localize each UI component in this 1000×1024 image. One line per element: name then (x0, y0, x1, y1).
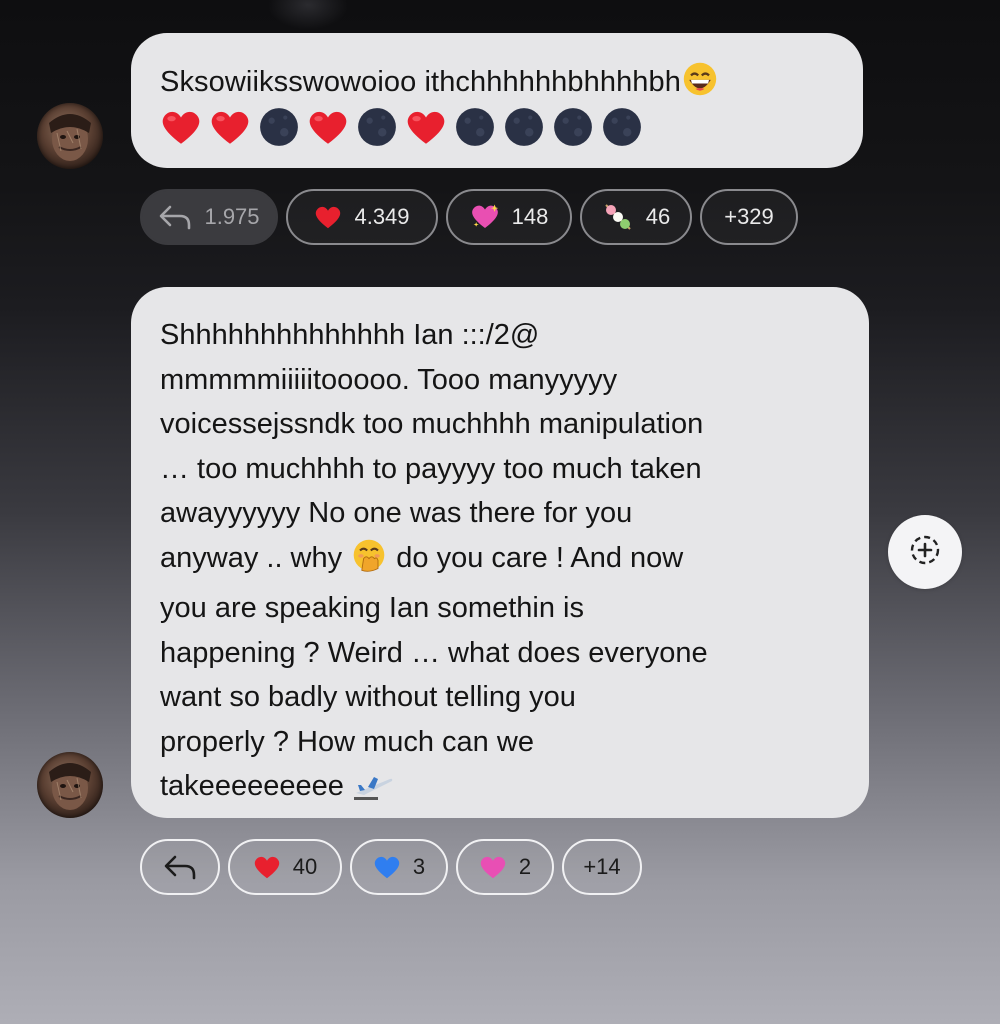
message-text-fragment: anyway .. why (160, 541, 343, 574)
reply-button[interactable] (140, 839, 220, 895)
reaction-chip-pink-heart[interactable]: 2 (456, 839, 554, 895)
message-text-line: takeeeeeeeee (160, 764, 849, 815)
reaction-chip-red-heart[interactable]: 4.349 (286, 189, 438, 245)
red-heart-icon (405, 108, 447, 151)
new-moon-icon (454, 106, 496, 153)
reaction-count: 2 (518, 854, 532, 879)
message-text-line: Sksowiiksswowoioo ithchhhhhhbhhhhbh (160, 66, 681, 98)
message-text-fragment: do you care ! And now (396, 541, 684, 574)
reaction-count: 4.349 (354, 204, 410, 229)
reply-button[interactable]: 1.975 (140, 189, 278, 245)
blue-heart-icon (373, 854, 401, 880)
sparkling-heart-icon (470, 203, 500, 231)
reaction-chip-dango[interactable]: 46 (580, 189, 692, 245)
more-reactions-count: +329 (724, 204, 774, 229)
new-moon-icon (552, 106, 594, 153)
message-text-line: properly ? How much can we (160, 725, 534, 758)
message-text-line: voicessejssndk too muchhhh manipulation (160, 408, 704, 440)
message-text: Sksowiiksswowoioo ithchhhhhhbhhhhbh (160, 61, 833, 108)
message-text-line: Shhhhhhhhhhhhhh Ian :::/2@ (160, 319, 540, 351)
reaction-chip-sparkling-heart[interactable]: 148 (446, 189, 572, 245)
add-reaction-button[interactable] (888, 515, 962, 589)
more-reactions-chip[interactable]: +329 (700, 189, 798, 245)
message-text-line: want so badly without telling you (160, 681, 576, 713)
reaction-count: 46 (645, 204, 671, 229)
message-text-fragment: takeeeeeeeee (160, 770, 344, 802)
reaction-count: 3 (412, 854, 426, 879)
message-text-line: … too muchhhh to payyyy too much taken (160, 452, 702, 485)
red-heart-icon (314, 204, 342, 230)
message-text-line: you are speaking Ian somethin is (160, 592, 584, 624)
new-moon-icon (258, 106, 300, 153)
more-reactions-chip[interactable]: +14 (562, 839, 642, 895)
reply-arrow-icon (158, 204, 192, 230)
reaction-count: 40 (292, 854, 318, 879)
new-moon-icon (601, 106, 643, 153)
avatar[interactable] (37, 103, 103, 169)
message-text-line: mmmmmiiiiitooooo. Tooo manyyyyy (160, 363, 618, 396)
reaction-bar: 1.975 4.349 148 46 +329 (140, 189, 798, 245)
message-bubble[interactable]: Sksowiiksswowoioo ithchhhhhhbhhhhbh (131, 33, 863, 168)
new-moon-icon (503, 106, 545, 153)
more-reactions-count: +14 (583, 854, 621, 879)
red-heart-icon (160, 108, 202, 151)
reaction-bar: 40 3 2 +14 (140, 839, 642, 895)
avatar[interactable] (37, 752, 103, 818)
reply-count: 1.975 (204, 204, 260, 229)
reaction-count: 148 (511, 204, 549, 229)
dango-icon (602, 201, 634, 233)
grinning-emoji-icon (681, 61, 719, 108)
reaction-chip-blue-heart[interactable]: 3 (350, 839, 448, 895)
red-heart-icon (253, 854, 281, 880)
message-text-line: anyway .. why do you care ! And now (160, 536, 849, 587)
top-decoration (268, 0, 348, 30)
add-reaction-icon (907, 532, 943, 573)
message-text-line: happening ? Weird … what does everyone (160, 636, 708, 669)
message-text-line: awayyyyyy No one was there for you (160, 497, 633, 529)
message-bubble[interactable]: Shhhhhhhhhhhhhh Ian :::/2@ mmmmmiiiiitoo… (131, 287, 869, 818)
reaction-chip-red-heart[interactable]: 40 (228, 839, 342, 895)
emoji-sequence (160, 106, 833, 153)
airplane-departure-icon (352, 770, 394, 815)
red-heart-icon (209, 108, 251, 151)
hand-over-mouth-emoji-icon (350, 537, 388, 587)
pink-heart-icon (479, 854, 507, 880)
reply-arrow-icon (163, 854, 197, 880)
red-heart-icon (307, 108, 349, 151)
new-moon-icon (356, 106, 398, 153)
